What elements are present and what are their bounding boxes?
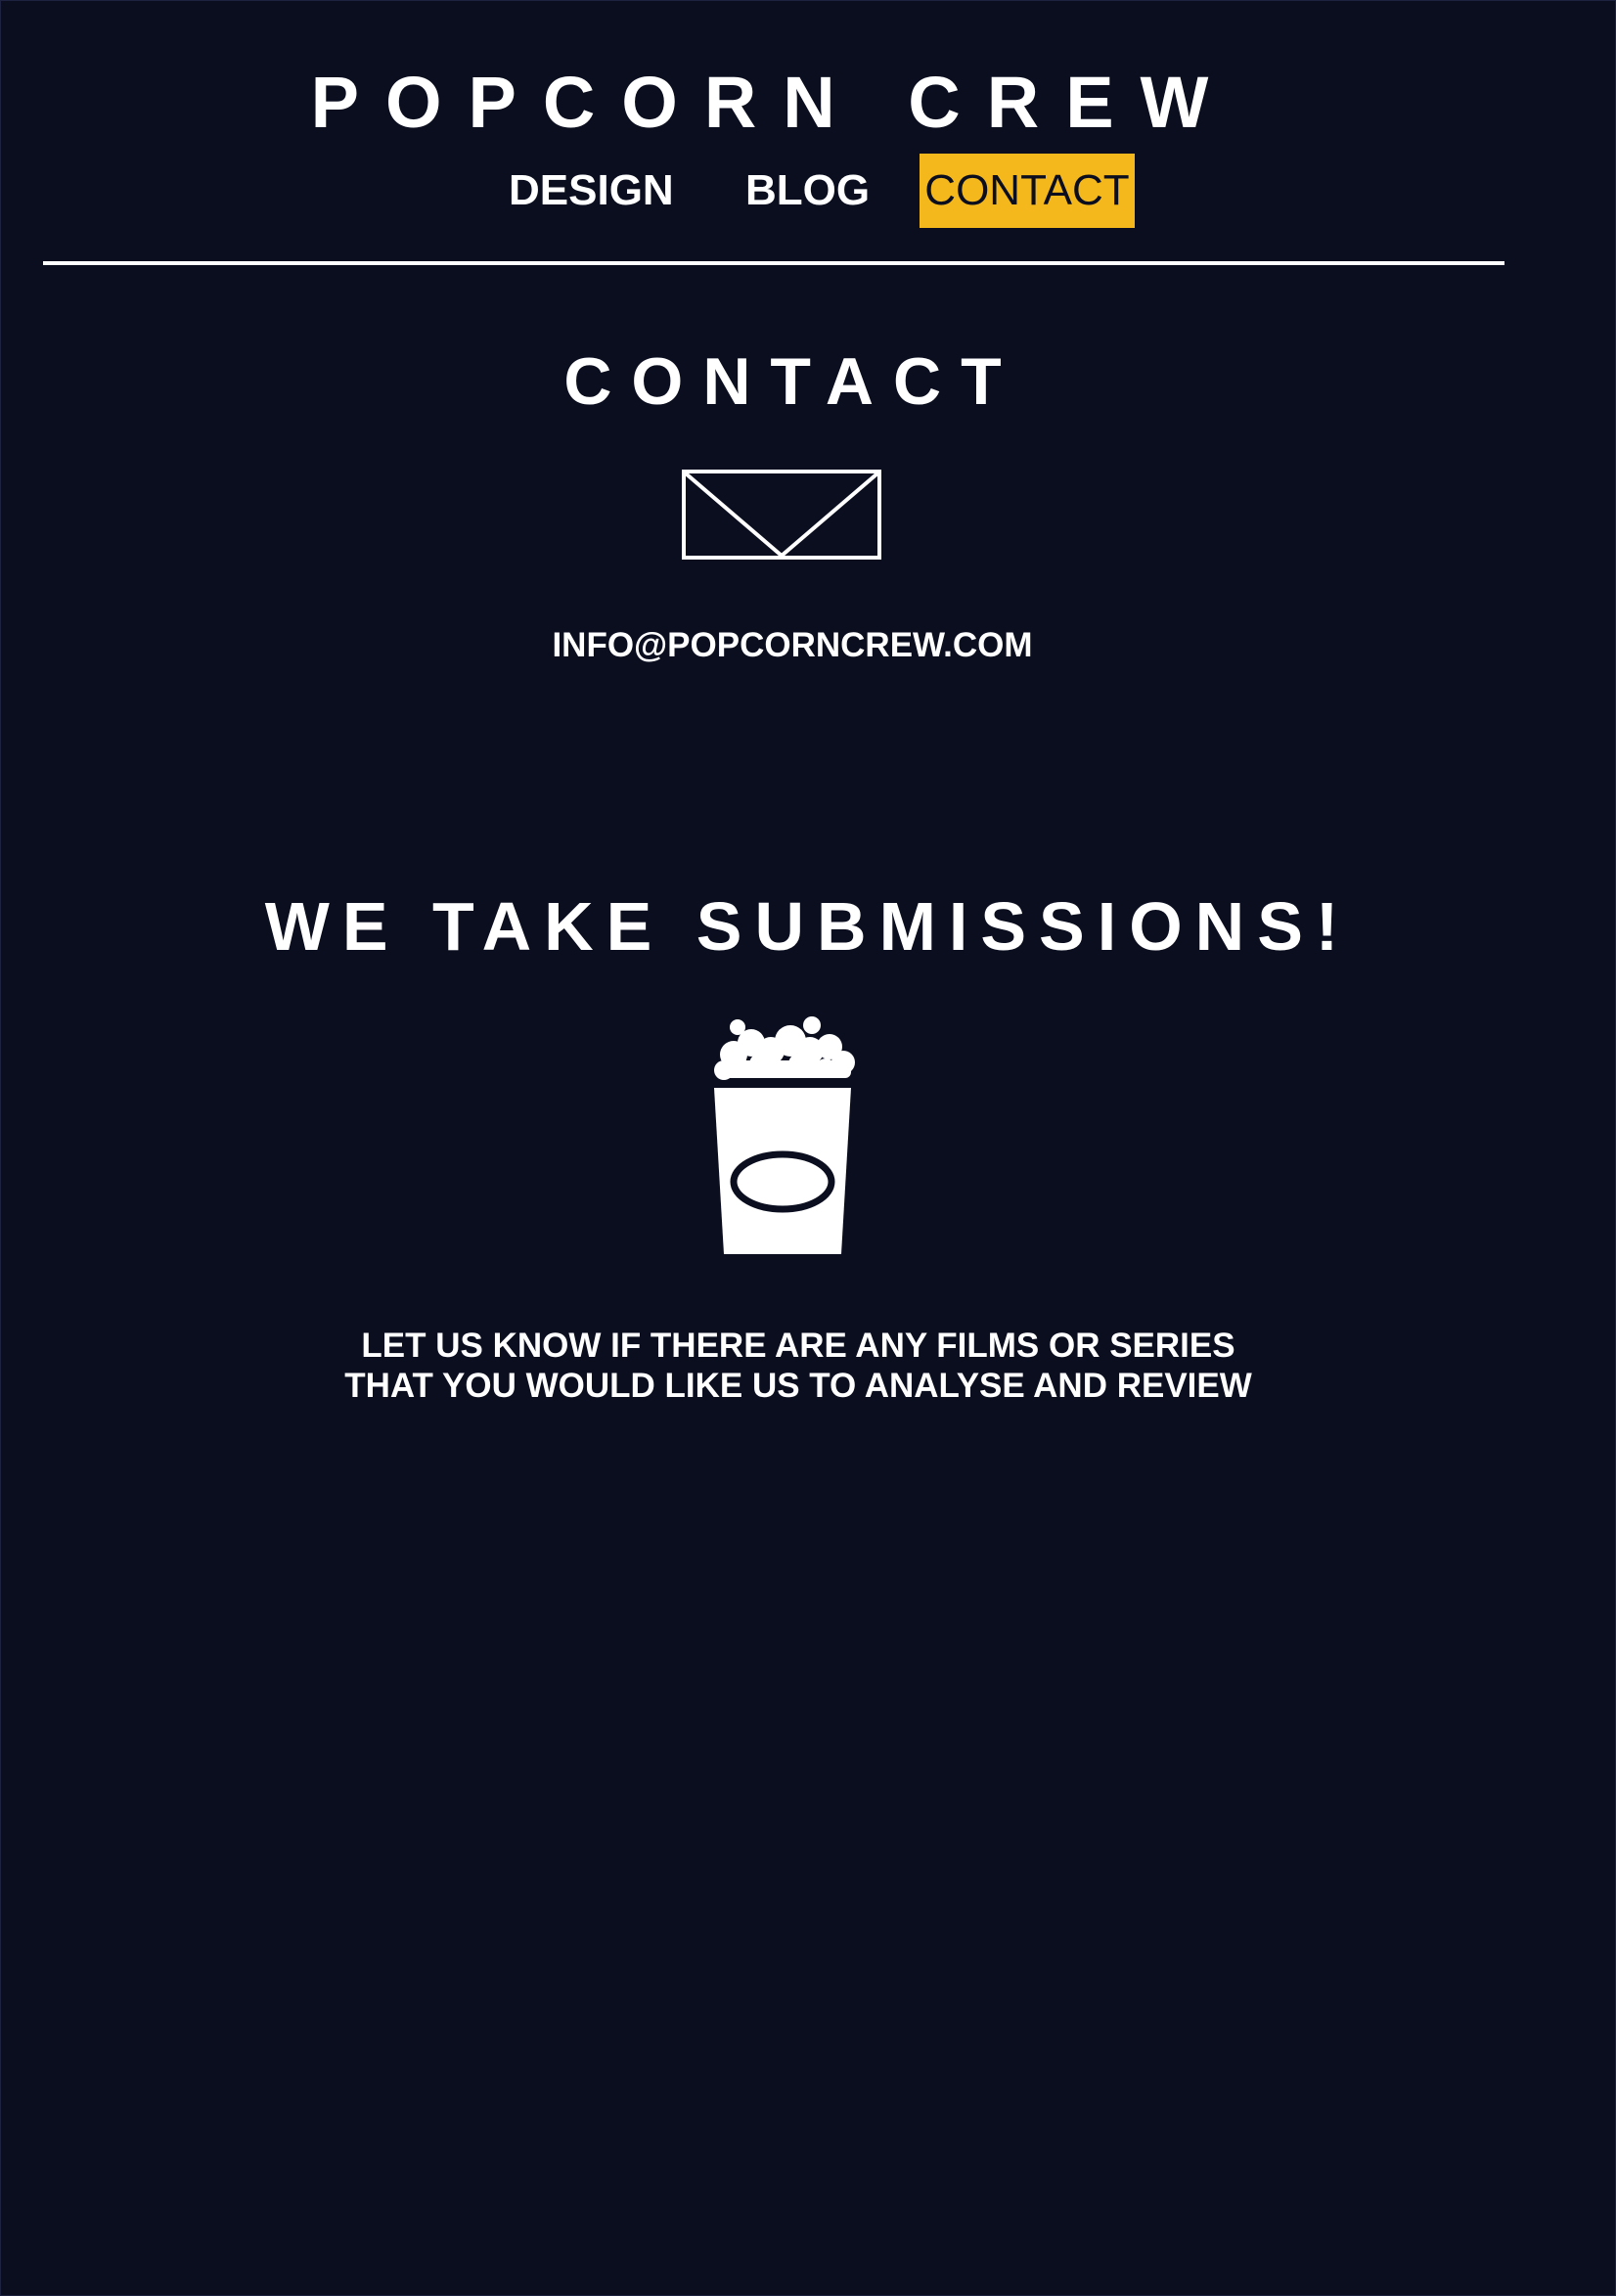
submissions-text-line: LET US KNOW IF THERE ARE ANY FILMS OR SE… (361, 1327, 1235, 1365)
submissions-heading: WE TAKE SUBMISSIONS! (264, 888, 1352, 965)
site-title: POPCORN CREW (310, 62, 1235, 143)
submissions-text: LET US KNOW IF THERE ARE ANY FILMS OR SE… (0, 1326, 1596, 1406)
nav-item-contact[interactable]: CONTACT (920, 154, 1135, 228)
contact-heading: CONTACT (563, 344, 1021, 419)
envelope-icon (682, 470, 881, 560)
submissions-text-line: THAT YOU WOULD LIKE US TO ANALYSE AND RE… (344, 1367, 1252, 1405)
popcorn-icon (712, 1016, 855, 1254)
nav-item-design[interactable]: DESIGN (509, 154, 674, 228)
nav-item-blog[interactable]: BLOG (745, 154, 870, 228)
main-nav: DESIGN BLOG CONTACT (0, 154, 1616, 228)
email-link[interactable]: INFO@POPCORNCREW.COM (0, 626, 1585, 665)
header-divider (43, 261, 1504, 265)
